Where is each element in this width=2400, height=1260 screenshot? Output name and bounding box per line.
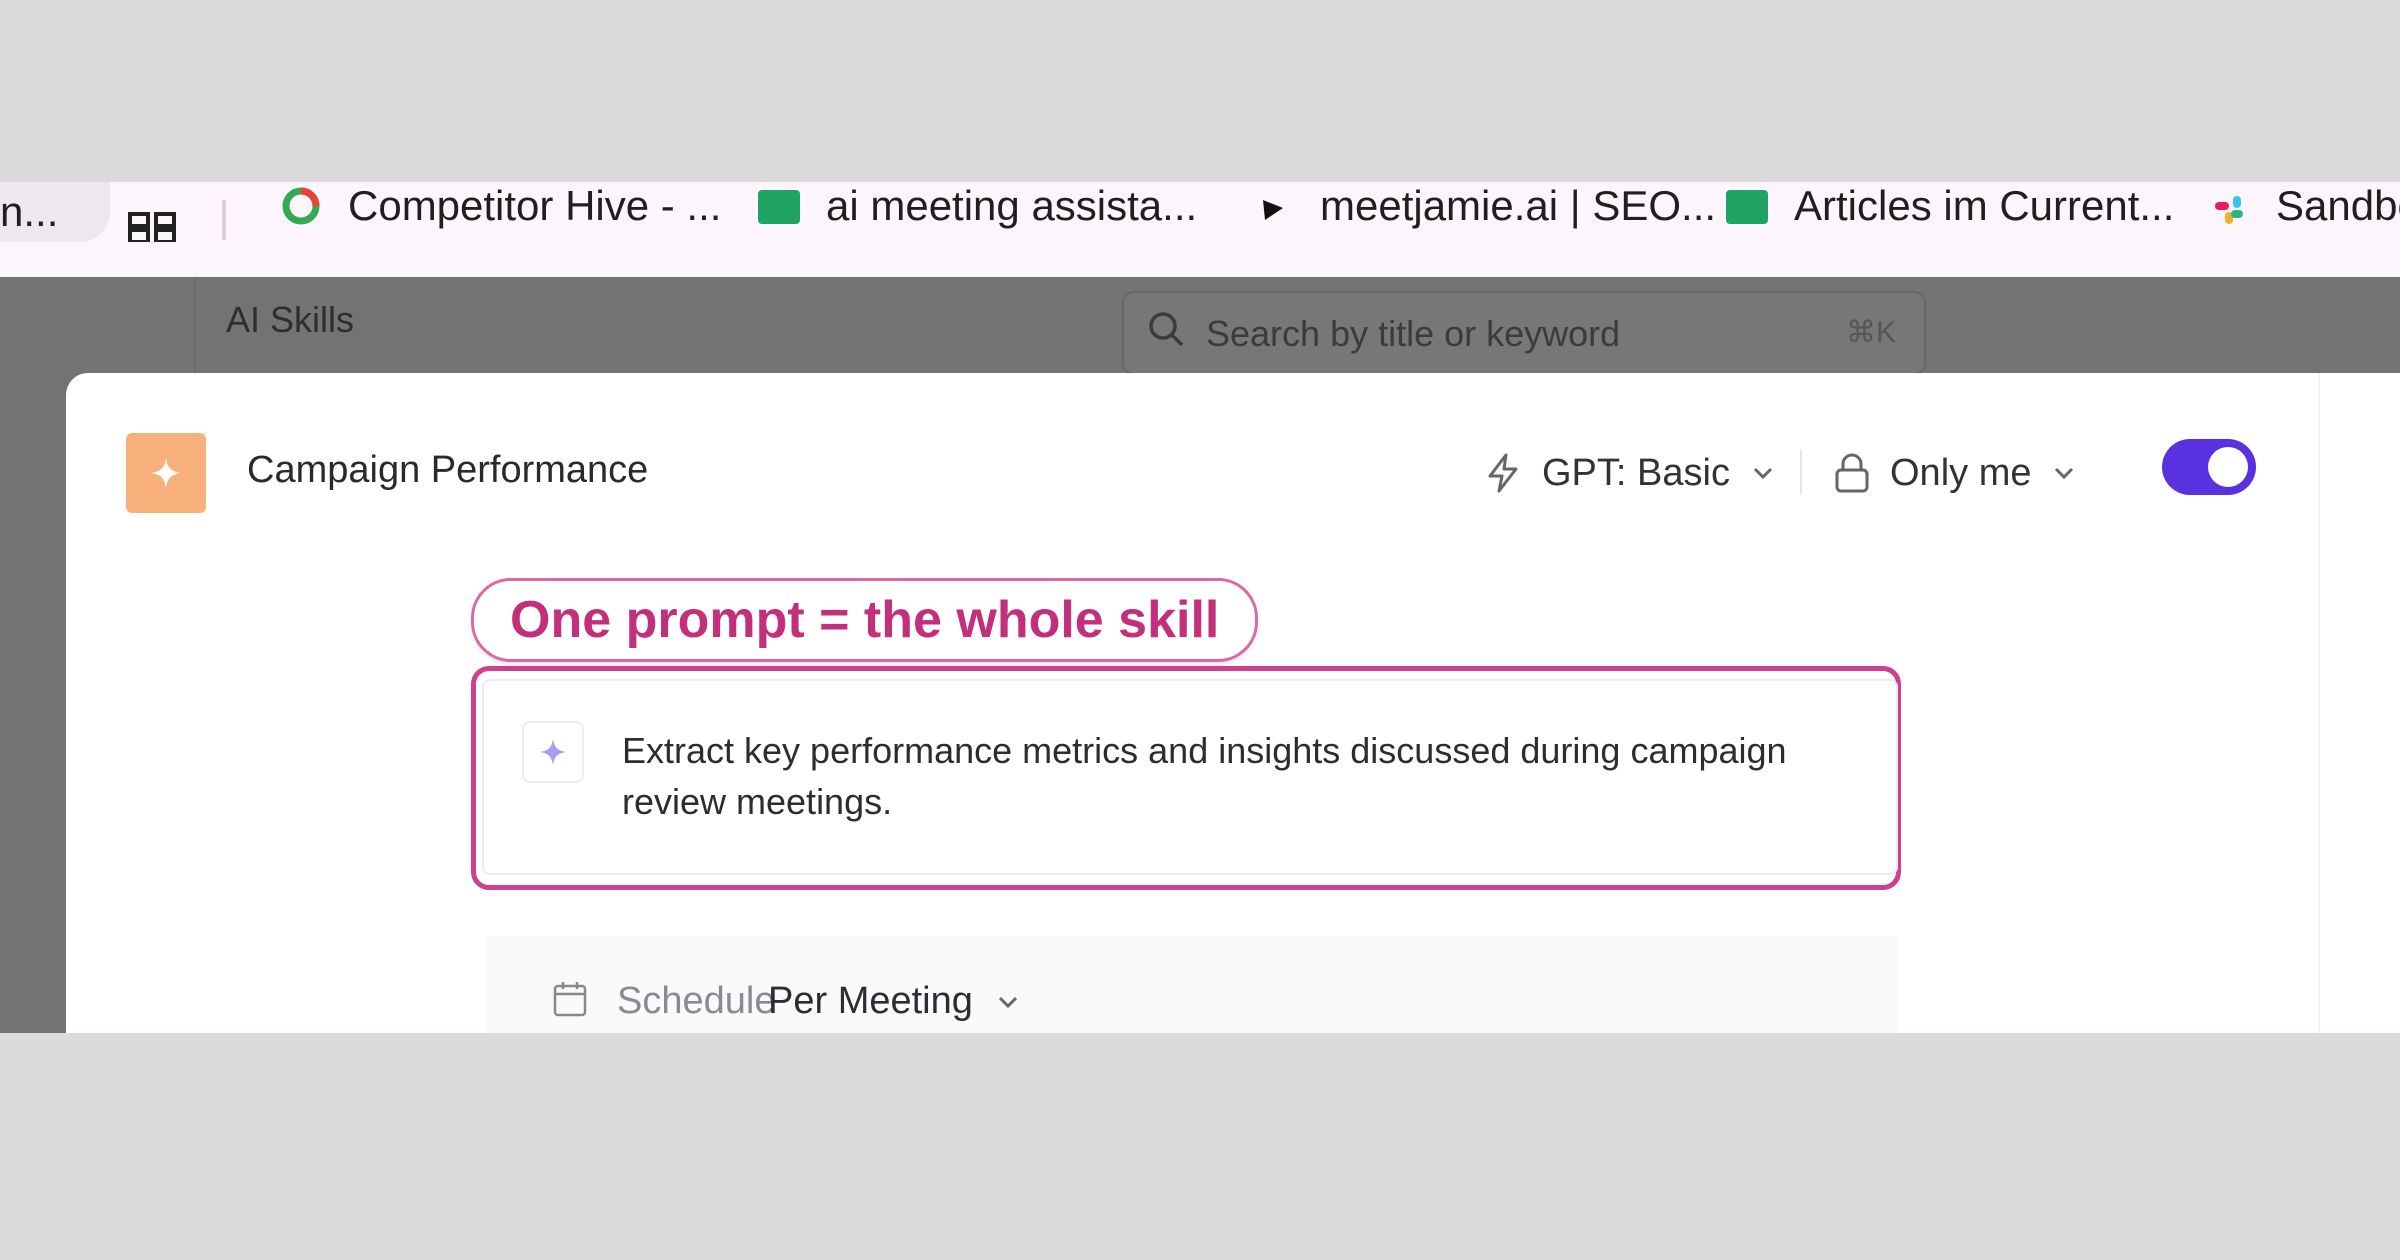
slack-icon [2215, 196, 2243, 224]
bookmark-item[interactable]: meetjamie.ai | SEO... [1250, 182, 1716, 236]
screenshot: n... Competitor Hive - ... ai meeting as… [0, 182, 2400, 1033]
annotation-callout: One prompt = the whole skill [471, 578, 1259, 662]
apps-grid-icon[interactable] [128, 212, 176, 242]
lock-icon [1835, 453, 1869, 493]
google-icon [282, 187, 320, 225]
sheets-icon [1726, 190, 1768, 224]
sheets-icon [758, 190, 800, 224]
search-input: Search by title or keyword ⌘K [1122, 291, 1926, 375]
schedule-label: Schedule [617, 980, 776, 1022]
visibility-selector[interactable]: Only me [1834, 443, 2075, 503]
skill-title[interactable]: Campaign Performance [247, 449, 648, 492]
bookmark-label: meetjamie.ai | SEO... [1320, 182, 1717, 229]
bookmark-item[interactable]: ai meeting assista... [756, 182, 1197, 236]
header-divider [1800, 449, 1802, 495]
modal-divider [2318, 373, 2320, 1033]
schedule-row: Schedule Per Meeting [486, 936, 1898, 1033]
model-label: GPT: Basic [1542, 451, 1730, 494]
skill-icon[interactable] [126, 433, 206, 513]
bookmark-item[interactable]: Competitor Hive - ... [278, 182, 721, 236]
bookmark-item[interactable]: Articles im Current... [1724, 182, 2174, 236]
chevron-down-icon [998, 996, 1017, 1008]
schedule-select[interactable]: Per Meeting [768, 980, 1019, 1023]
jamie-icon [1263, 200, 1283, 220]
visibility-label: Only me [1890, 451, 2032, 494]
chevron-down-icon [2055, 467, 2074, 480]
calendar-icon [553, 982, 587, 1017]
search-placeholder: Search by title or keyword [1206, 313, 1621, 354]
page-title: AI Skills [226, 299, 355, 340]
toggle-knob [2208, 447, 2248, 487]
chevron-down-icon [1753, 467, 1773, 480]
bookmark-label: Sandbo [2276, 182, 2400, 229]
bookmark-item[interactable]: n... [0, 182, 110, 242]
model-selector[interactable]: GPT: Basic [1484, 443, 1774, 503]
bookmark-item[interactable]: Sandbo [2206, 182, 2400, 236]
skill-enabled-toggle[interactable] [2162, 439, 2256, 495]
prompt-text[interactable]: Extract key performance metrics and insi… [622, 725, 1852, 827]
prompt-sparkle [522, 721, 584, 783]
bookmark-label: ai meeting assista... [826, 182, 1198, 229]
sparkle-icon [151, 458, 181, 488]
search-icon [1149, 312, 1184, 347]
lightning-icon [1488, 453, 1518, 493]
skill-editor-modal: Campaign Performance GPT: Basic Only me … [66, 373, 2400, 1033]
sparkle-icon [539, 738, 567, 766]
prompt-card[interactable]: Extract key performance metrics and insi… [482, 679, 1898, 875]
schedule-value: Per Meeting [768, 980, 973, 1022]
bookmark-label: n... [0, 188, 59, 235]
bookmarks-bar: n... Competitor Hive - ... ai meeting as… [0, 182, 2400, 279]
bookmark-label: Articles im Current... [1794, 182, 2175, 229]
bookmarks-separator [222, 200, 226, 240]
search-shortcut: ⌘K [1845, 316, 1896, 349]
bookmark-label: Competitor Hive - ... [348, 182, 722, 229]
